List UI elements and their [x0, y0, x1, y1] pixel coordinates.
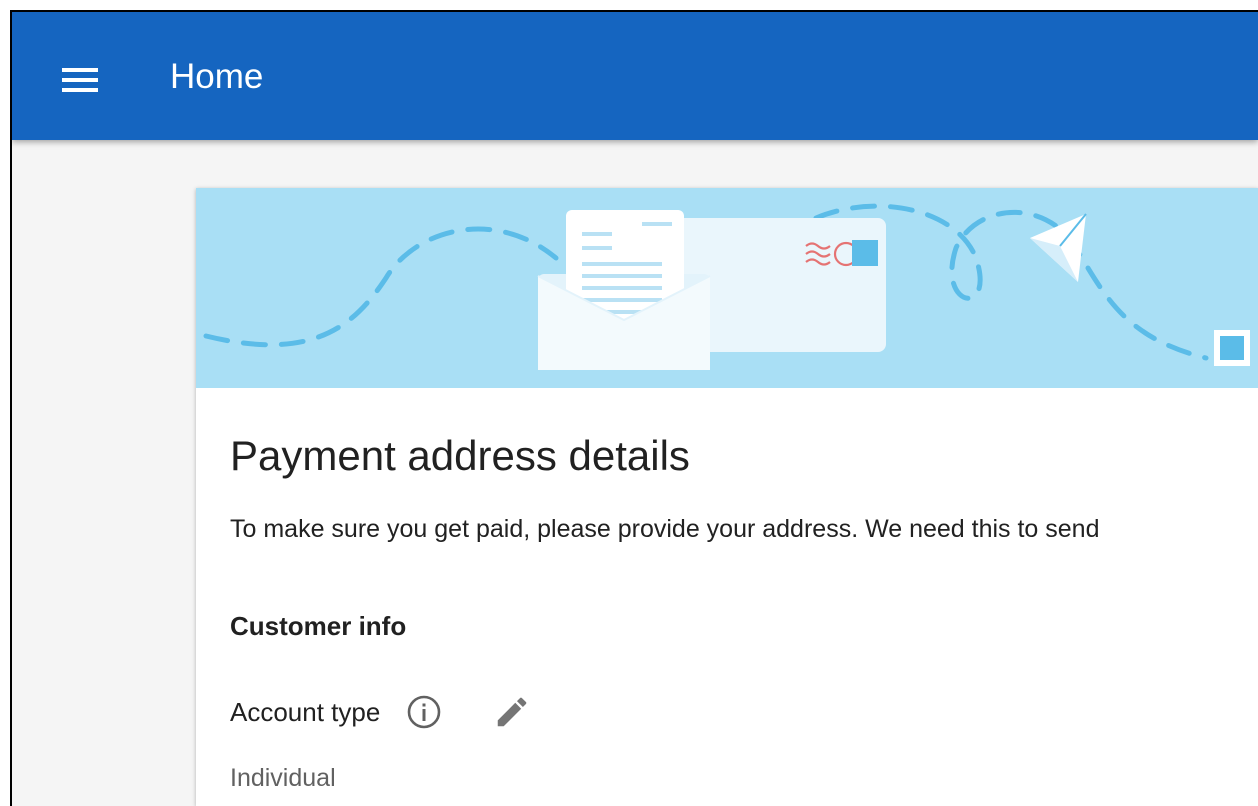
account-type-row: Account type — [230, 692, 532, 732]
edit-account-type-button[interactable] — [492, 692, 532, 732]
pencil-icon — [498, 697, 527, 727]
envelope-and-paper-plane-illustration — [203, 203, 1250, 370]
app-window: Home Payment address details To make sur… — [10, 10, 1258, 806]
account-type-label: Account type — [230, 696, 381, 727]
account-type-info-button[interactable] — [404, 692, 444, 732]
section-title-customer-info: Customer info — [230, 611, 407, 641]
app-bar: Home — [12, 12, 1258, 140]
account-type-value: Individual — [230, 764, 336, 792]
page-description: To make sure you get paid, please provid… — [230, 515, 1100, 543]
payment-address-card: Payment address details To make sure you… — [196, 188, 1258, 806]
banner — [196, 188, 1258, 388]
hamburger-menu-icon — [62, 68, 98, 92]
page-title: Payment address details — [230, 432, 690, 479]
menu-button[interactable] — [56, 56, 104, 104]
info-icon — [408, 695, 441, 729]
app-title: Home — [170, 57, 264, 96]
